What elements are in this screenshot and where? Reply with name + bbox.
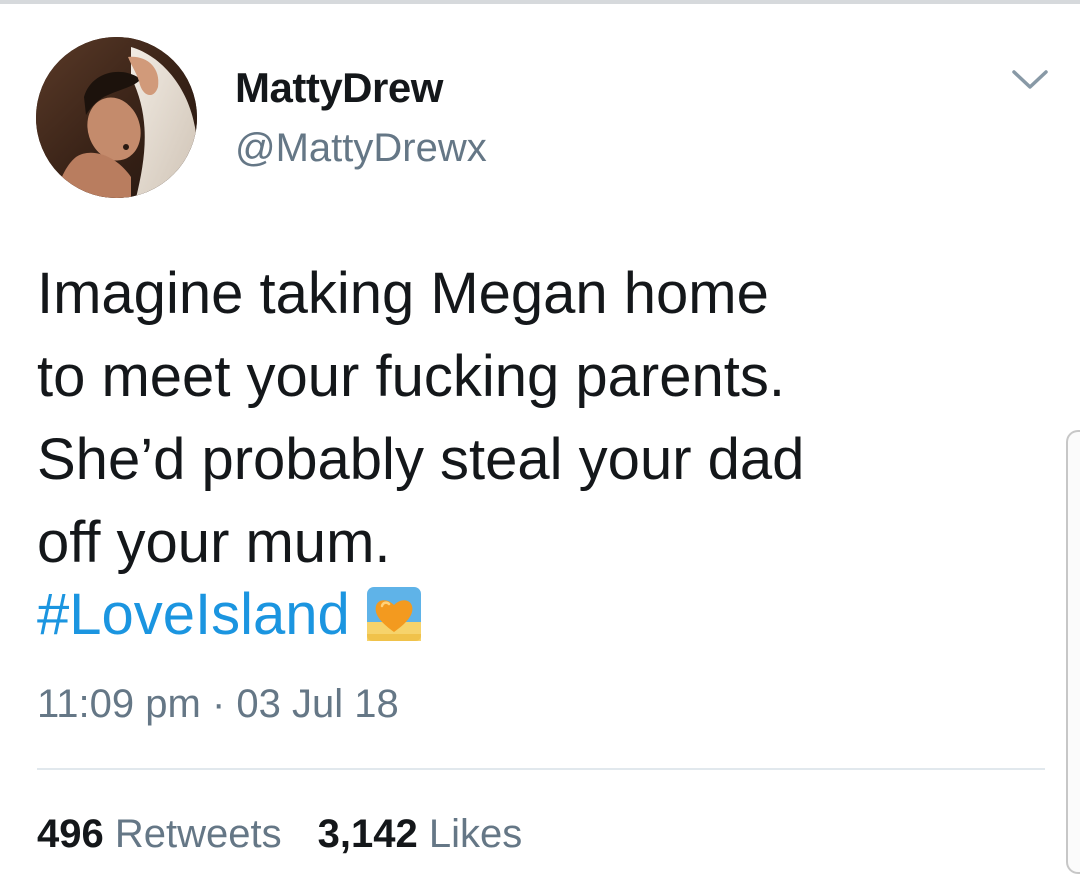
- tweet-options-button[interactable]: [1010, 66, 1050, 94]
- likes-label: Likes: [428, 812, 523, 856]
- retweets-label: Retweets: [114, 812, 282, 856]
- tweet-timestamp[interactable]: 11:09 pm · 03 Jul 18: [37, 682, 399, 727]
- user-avatar[interactable]: [36, 37, 197, 198]
- tweet-text-line: Imagine taking Megan home: [37, 261, 769, 326]
- retweets-stat[interactable]: 496 Retweets: [37, 812, 282, 856]
- hashtag-row: #LoveIsland: [37, 580, 422, 650]
- tweet-text-line: She’d probably steal your dad: [37, 427, 805, 492]
- display-name[interactable]: MattyDrew: [235, 64, 443, 112]
- chevron-down-icon: [1012, 70, 1048, 89]
- tweet-text-line: to meet your fucking parents.: [37, 344, 785, 409]
- edge-scroll-handle[interactable]: [1066, 430, 1080, 874]
- tweet-text-line: off your mum.: [37, 510, 391, 575]
- tweet-text: Imagine taking Megan home to meet your f…: [37, 252, 977, 584]
- tweet-stats: 496 Retweets 3,142 Likes: [37, 812, 522, 857]
- timestamp-separator: ·: [211, 682, 226, 726]
- tweet-detail-view: MattyDrew @MattyDrewx Imagine taking Meg…: [0, 0, 1080, 877]
- likes-count: 3,142: [317, 812, 418, 856]
- hashtag-link[interactable]: #LoveIsland: [37, 582, 350, 647]
- user-handle[interactable]: @MattyDrewx: [235, 126, 487, 171]
- likes-stat[interactable]: 3,142 Likes: [318, 812, 523, 856]
- top-border: [0, 0, 1080, 4]
- tweet-time: 11:09 pm: [37, 682, 201, 726]
- love-island-heart-icon: [366, 586, 422, 642]
- divider: [37, 768, 1045, 770]
- retweets-count: 496: [37, 812, 104, 856]
- avatar-photo-icon: [36, 37, 197, 198]
- tweet-date: 03 Jul 18: [236, 682, 399, 726]
